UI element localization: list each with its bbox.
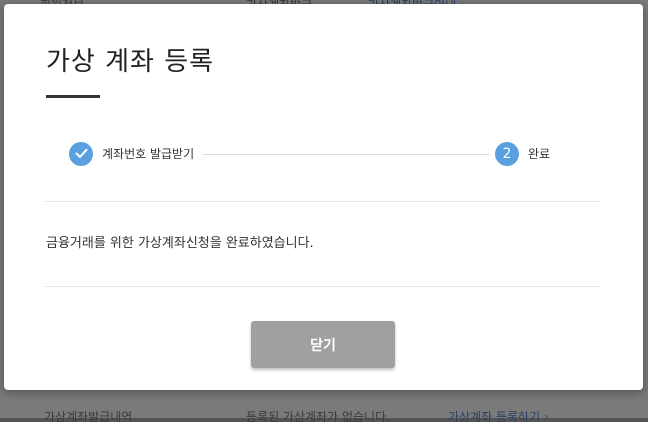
step-indicator: 계좌번호 발급받기 2 완료 bbox=[69, 142, 559, 168]
completion-message: 금융거래를 위한 가상계좌신청을 완료하였습니다. bbox=[46, 236, 314, 251]
content-divider-bottom bbox=[45, 286, 601, 287]
background-label: 가상계좌발급내역 bbox=[44, 410, 133, 422]
step-2-circle: 2 bbox=[495, 142, 519, 166]
content-divider-top bbox=[45, 201, 601, 202]
check-icon bbox=[75, 148, 87, 158]
title-underline bbox=[46, 95, 100, 98]
step-1-label: 계좌번호 발급받기 bbox=[102, 147, 195, 161]
background-link: 가상계좌 등록하기 › bbox=[448, 410, 549, 422]
background-footer-row: 가상계좌발급내역 등록된 가상계좌가 없습니다. 가상계좌 등록하기 › bbox=[0, 408, 648, 422]
step-2-label: 완료 bbox=[528, 147, 551, 161]
close-button[interactable]: 닫기 bbox=[251, 321, 395, 368]
virtual-account-modal: 가상 계좌 등록 계좌번호 발급받기 2 완료 금융거래를 위한 가상계좌신청을… bbox=[4, 4, 643, 390]
step-1-circle bbox=[69, 142, 93, 166]
background-value: 등록된 가상계좌가 없습니다. bbox=[246, 410, 390, 422]
modal-title: 가상 계좌 등록 bbox=[46, 47, 215, 77]
step-connector-line bbox=[203, 154, 490, 155]
